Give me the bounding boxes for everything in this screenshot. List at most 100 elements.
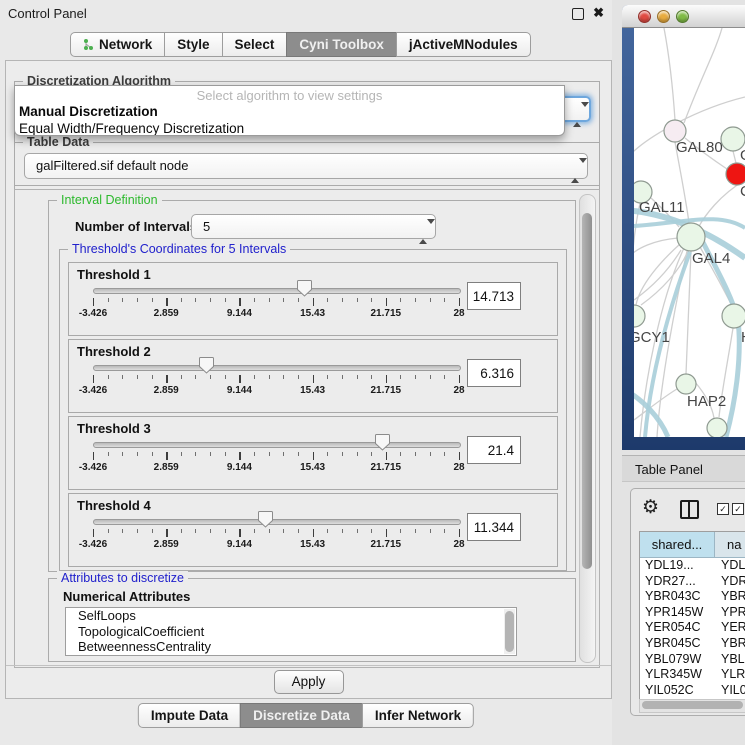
tab-infer-network[interactable]: Infer Network [362, 703, 474, 728]
column-header[interactable]: na [715, 532, 745, 557]
minor-tick [430, 529, 431, 533]
horizontal-scrollbar[interactable] [639, 699, 745, 713]
table-row[interactable]: YDL19...YDL1 [640, 558, 745, 574]
minor-tick [269, 375, 270, 379]
network-edge [634, 238, 678, 258]
minor-tick [210, 298, 211, 302]
table-row[interactable]: YBR043CYBR0 [640, 589, 745, 605]
tick-label: 2.859 [154, 462, 179, 473]
table-row[interactable]: YIL052CYIL0 [640, 683, 745, 699]
network-node-c[interactable] [726, 163, 745, 185]
minor-tick [430, 298, 431, 302]
checkbox-icon[interactable]: ✓ [717, 503, 729, 515]
threshold-slider-track[interactable] [93, 519, 461, 525]
threshold-slider-track[interactable] [93, 442, 461, 448]
close-icon[interactable]: ✖ [593, 5, 604, 21]
minor-tick [225, 529, 226, 533]
zoom-traffic-light-icon[interactable] [676, 10, 689, 23]
minor-tick [327, 298, 328, 302]
tick-label: 21.715 [371, 462, 402, 473]
threshold-value-field[interactable]: 14.713 [467, 282, 521, 310]
slider-ticks [93, 452, 459, 461]
table-row[interactable]: YBL079WYBL0 [640, 652, 745, 668]
major-tick [239, 298, 240, 306]
minor-tick [225, 375, 226, 379]
table-panel-title: Table Panel [635, 462, 703, 477]
control-panel-titlebar: Control Panel ✖ [0, 0, 612, 26]
major-tick [239, 452, 240, 460]
scrollbar-thumb[interactable] [505, 611, 514, 652]
major-tick [93, 529, 94, 537]
network-node-unlabeled[interactable] [707, 418, 727, 437]
minor-tick [195, 529, 196, 533]
network-node-hap2[interactable] [676, 374, 696, 394]
gear-icon[interactable]: ⚙ [642, 496, 659, 519]
network-canvas[interactable]: GAL80GACGAL11GAL4GCY1HHAP2 [634, 28, 745, 437]
tab-style[interactable]: Style [164, 32, 222, 57]
network-node-gcy1[interactable] [634, 305, 645, 327]
tab-label: Impute Data [151, 708, 228, 723]
threshold-value-field[interactable]: 21.4 [467, 436, 521, 464]
network-node-gal4[interactable] [677, 223, 705, 251]
threshold-label: Threshold 1 [77, 267, 151, 282]
tab-discretize-data[interactable]: Discretize Data [240, 703, 363, 728]
table-cell: YDL1 [714, 558, 745, 574]
tab-select[interactable]: Select [222, 32, 288, 57]
table-row[interactable]: YBR045CYBR0 [640, 636, 745, 652]
column-header[interactable]: shared... [640, 532, 715, 557]
minor-tick [357, 298, 358, 302]
table-row[interactable]: YDR27...YDR2 [640, 574, 745, 590]
dropdown-hint: Select algorithm to view settings [15, 86, 564, 103]
node-table[interactable]: shared... na YDL19...YDL1YDR27...YDR2YBR… [639, 531, 745, 700]
minor-tick [298, 375, 299, 379]
algorithm-option[interactable]: Equal Width/Frequency Discretization [15, 120, 564, 136]
threshold-slider-track[interactable] [93, 288, 461, 294]
apply-button[interactable]: Apply [274, 670, 344, 694]
table-data-combobox[interactable]: galFiltered.sif default node [24, 153, 588, 179]
slider-ticks [93, 529, 459, 538]
minor-tick [108, 452, 109, 456]
tab-cyni-toolbox[interactable]: Cyni Toolbox [286, 32, 397, 57]
float-icon[interactable] [572, 8, 584, 20]
close-traffic-light-icon[interactable] [638, 10, 651, 23]
network-edge [684, 28, 722, 123]
tab-impute-data[interactable]: Impute Data [138, 703, 241, 728]
tick-label: 21.715 [371, 539, 402, 550]
minor-tick [371, 375, 372, 379]
number-of-intervals-combobox[interactable]: 5 [191, 214, 436, 239]
table-row[interactable]: YPR145WYPR1 [640, 605, 745, 621]
major-tick [166, 375, 167, 383]
minor-tick [342, 375, 343, 379]
algorithm-option[interactable]: Manual Discretization [15, 103, 564, 120]
threshold-value-field[interactable]: 11.344 [467, 513, 521, 541]
table-panel-body: ⚙ ✓ ✓ shared... na YDL19...YDL1YDR27...Y… [630, 488, 745, 716]
threshold-slider-track[interactable] [93, 365, 461, 371]
network-node-h[interactable] [722, 304, 745, 328]
list-item[interactable]: BetweennessCentrality [66, 639, 516, 655]
minor-tick [195, 375, 196, 379]
list-item[interactable]: TopologicalCoefficient [66, 624, 516, 640]
scrollbar-thumb[interactable] [582, 213, 592, 569]
tick-label: 15.43 [300, 308, 325, 319]
table-row[interactable]: YLR345WYLR3 [640, 667, 745, 683]
list-scrollbar[interactable] [504, 609, 515, 654]
tab-network[interactable]: Network [70, 32, 165, 57]
major-tick [239, 529, 240, 537]
table-cell: YBR045C [640, 636, 714, 652]
minimize-traffic-light-icon[interactable] [657, 10, 670, 23]
numerical-attributes-list[interactable]: SelfLoopsTopologicalCoefficientBetweenne… [65, 607, 517, 656]
minor-tick [298, 298, 299, 302]
threshold-panel: Threshold 3-3.4262.8599.14415.4321.71528… [68, 416, 558, 490]
threshold-panel: Threshold 1-3.4262.8599.14415.4321.71528… [68, 262, 558, 336]
table-header-row: shared... na [640, 532, 745, 558]
vertical-scrollbar[interactable] [579, 194, 596, 663]
checkbox-icon[interactable]: ✓ [732, 503, 744, 515]
split-column-icon[interactable] [680, 500, 699, 519]
threshold-value-field[interactable]: 6.316 [467, 359, 521, 387]
network-edge [634, 203, 640, 305]
major-tick [459, 375, 460, 383]
table-row[interactable]: YER054CYER0 [640, 620, 745, 636]
tab-jactivemnodules[interactable]: jActiveMNodules [396, 32, 531, 57]
list-item[interactable]: SelfLoops [66, 608, 516, 624]
scrollbar-thumb[interactable] [642, 701, 743, 709]
